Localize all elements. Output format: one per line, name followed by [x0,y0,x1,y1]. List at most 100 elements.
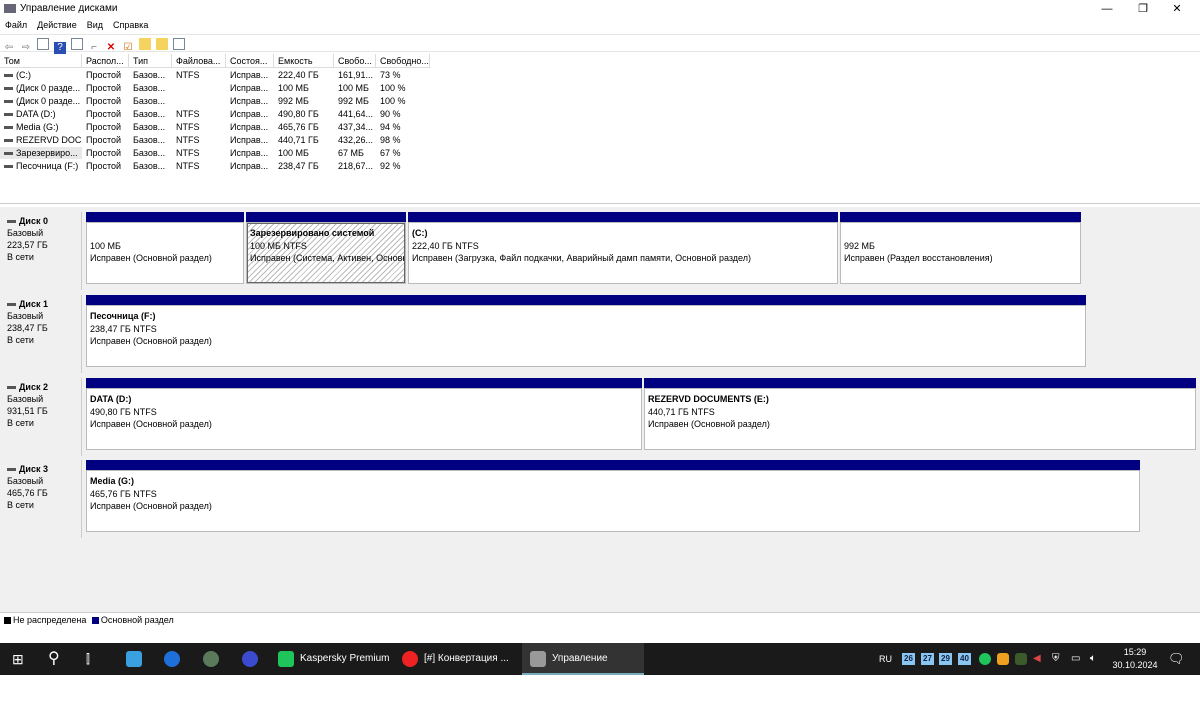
partition-title: Media (G:) [90,476,134,486]
clock-date[interactable]: 30.10.2024 [1105,660,1165,670]
volume-icon[interactable]: 🔈︎ [1090,643,1096,675]
speaker-tray-icon[interactable]: ◀ [1033,643,1041,675]
partition[interactable]: Media (G:) 465,76 ГБ NTFS Исправен (Основн… [86,460,1140,534]
partition-box: 100 МБ Исправен (Основной раздел) [86,222,244,284]
tray-app-icon[interactable] [997,653,1009,665]
disk-label[interactable]: Диск 1 Базовый 238,47 ГБ В сети [2,295,82,373]
tray-number-icon[interactable]: 40 [958,653,971,665]
column-header[interactable]: Состоя... [226,54,274,68]
delete-icon[interactable]: ✕ [105,42,117,54]
nvidia-icon[interactable] [1015,653,1027,665]
window-title: Управление дисками [20,3,118,14]
legend-primary: Основной раздел [100,615,174,625]
vpn-icon[interactable] [203,651,219,667]
kaspersky-tray-icon[interactable] [979,653,991,665]
table-row[interactable]: Media (G:) Простой Базов... NTFS Исправ... 46… [0,121,430,134]
task-view-icon[interactable]: ⫿ [86,643,90,675]
partition-bar [86,460,1140,470]
taskbar-disk-management[interactable]: Управление диска... [522,643,644,696]
cell-text: Базов... [133,109,166,119]
volume-icon [4,126,13,130]
menu-file[interactable]: Файл [0,18,32,32]
forward-icon[interactable]: ⇨ [20,42,32,54]
disk-management-icon [530,651,546,667]
menu-action[interactable]: Действие [32,18,82,32]
check-icon[interactable]: ☑ [122,42,134,54]
title-bar: Управление дисками — ❐ ✕ [0,0,1200,18]
column-header[interactable]: Тип [129,54,172,68]
cell-text: 992 МБ [338,96,369,106]
network-icon[interactable]: ▭ [1071,643,1080,675]
menu-help[interactable]: Справка [108,18,153,32]
disk-row: Диск 0 Базовый 223,57 ГБ В сети 100 МБ Исправ… [0,212,1200,292]
taskbar-yandex[interactable]: [#] Конвертация ... [396,643,516,675]
taskbar-kaspersky[interactable]: Kaspersky Premium [272,643,392,675]
table-row[interactable]: (Диск 0 разде... Простой Базов... Исправ...… [0,95,430,108]
cell-text: 100 МБ [338,83,369,93]
table-row[interactable]: (Диск 0 разде... Простой Базов... Исправ...… [0,82,430,95]
disk-type: Базовый [7,228,44,238]
column-header[interactable]: Файлова... [172,54,226,68]
table-cell: Простой [82,147,129,159]
menu-view[interactable]: Вид [82,18,108,32]
table-cell: Простой [82,69,129,81]
partition-status: Исправен (Основной раздел) [90,501,212,511]
cell-text: Исправ... [230,70,269,80]
disk-size: 465,76 ГБ [7,488,48,498]
pinned-app-icon[interactable] [126,651,142,667]
browser-icon[interactable] [164,651,180,667]
partition[interactable]: (C:) 222,40 ГБ NTFS Исправен (Загрузка, Фа… [408,212,838,286]
partition-box: Зарезервировано системой 100 МБ NTFS Испра… [246,222,406,284]
table-cell: Базов... [129,147,172,159]
cell-text: Исправ... [230,161,269,171]
back-icon[interactable]: ⇦ [3,42,15,54]
lock-app-icon[interactable] [242,651,258,667]
language-indicator[interactable]: RU [879,643,892,675]
column-header[interactable]: Емкость [274,54,334,68]
partition[interactable]: REZERVD DOCUMENTS (E:) 440,71 ГБ NTFS Испр… [644,378,1196,452]
partition[interactable]: 992 МБ Исправен (Раздел восстановления) [840,212,1081,286]
column-header[interactable]: Том [0,54,82,68]
folder-up-icon[interactable] [139,38,151,50]
console-tree-icon[interactable] [37,38,49,50]
search-icon[interactable]: ⚲ [48,643,60,675]
table-cell: 441,64... [334,108,376,120]
table-row[interactable]: Зарезервиро... Простой Базов... NTFS Исправ.… [0,147,430,160]
disk-label[interactable]: Диск 2 Базовый 931,51 ГБ В сети [2,378,82,456]
tray-number-icon[interactable]: 26 [902,653,915,665]
table-row[interactable]: (C:) Простой Базов... NTFS Исправ... 222,40 Г… [0,69,430,82]
legend-unallocated: Не распределена [13,615,87,625]
table-cell: Исправ... [226,121,274,133]
cell-text: 238,47 ГБ [278,161,319,171]
tray-number-icon[interactable]: 29 [939,653,952,665]
column-header[interactable]: Свободно... [376,54,430,68]
start-windows-icon[interactable]: ⊞ [12,643,24,675]
defender-icon[interactable]: ⛨ [1052,643,1060,675]
partition[interactable]: Зарезервировано системой 100 МБ NTFS Испра… [246,212,406,286]
disk-label[interactable]: Диск 0 Базовый 223,57 ГБ В сети [2,212,82,290]
disk-icon [7,303,16,307]
partition-title: DATA (D:) [90,394,132,404]
view-icon[interactable] [173,38,185,50]
notifications-icon[interactable]: 🗨︎ [1168,643,1185,675]
partition[interactable]: DATA (D:) 490,80 ГБ NTFS Исправен (Основно… [86,378,642,452]
disk-label[interactable]: Диск 3 Базовый 465,76 ГБ В сети [2,460,82,538]
table-cell [172,95,226,97]
table-row[interactable]: REZERVD DOC... Простой Базов... NTFS Исправ.… [0,134,430,147]
properties-icon[interactable] [71,38,83,50]
column-header[interactable]: Свобо... [334,54,376,68]
menu-bar: Файл Действие Вид Справка [0,18,1200,34]
table-row[interactable]: Песочница (F:) Простой Базов... NTFS Исправ.… [0,160,430,173]
partition[interactable]: 100 МБ Исправен (Основной раздел) [86,212,244,286]
connect-icon[interactable]: ⌐ [88,42,100,54]
clock-time[interactable]: 15:29 [1110,647,1160,657]
partition-box: Media (G:) 465,76 ГБ NTFS Исправен (Основн… [86,470,1140,532]
search-folder-icon[interactable] [156,38,168,50]
column-header[interactable]: Распол... [82,54,129,68]
table-row[interactable]: DATA (D:) Простой Базов... NTFS Исправ... 490… [0,108,430,121]
help-icon[interactable]: ? [54,42,66,54]
close-button[interactable]: ✕ [1154,0,1200,18]
partition[interactable]: Песочница (F:) 238,47 ГБ NTFS Исправен (Ос… [86,295,1086,369]
cell-text: Простой [86,109,122,119]
tray-number-icon[interactable]: 27 [921,653,934,665]
